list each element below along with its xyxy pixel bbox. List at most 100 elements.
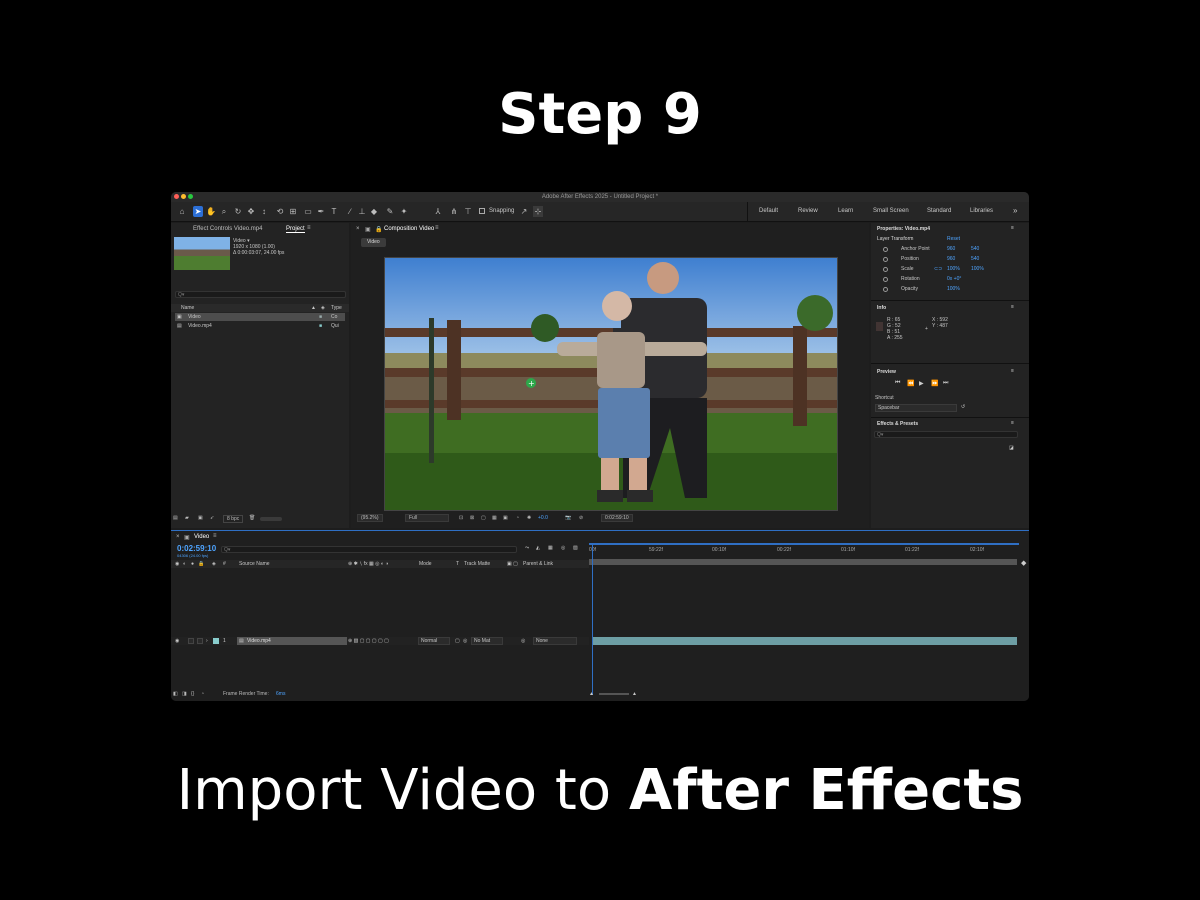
reset-shortcut-icon[interactable]: ↺ — [961, 404, 965, 411]
col-name[interactable]: Name — [181, 304, 194, 312]
play-icon[interactable]: ▶ — [919, 380, 924, 387]
timeline-current-time[interactable]: 0:02:59:10 — [177, 544, 216, 553]
switches-icon[interactable]: ⊕ ✱ ∖ fx ▦ ◎ ◐ ◑ — [348, 560, 388, 568]
visibility-icon[interactable]: ◉ — [175, 637, 179, 645]
workspace-standard[interactable]: Standard — [927, 208, 951, 214]
layer-switches[interactable]: ⊕ ▧ ▢ ▢ ▢ ▢ ▢ — [348, 637, 389, 645]
trash-icon[interactable]: 🗑 — [249, 515, 255, 521]
more-workspaces-icon[interactable]: » — [1013, 206, 1017, 215]
panel-menu-icon[interactable]: ≡ — [1011, 420, 1014, 426]
track-matte-dropdown[interactable]: No Mat — [471, 637, 503, 645]
stopwatch-icon[interactable] — [883, 267, 888, 272]
effects-search-input[interactable]: Q▾ — [874, 431, 1018, 438]
chevron-right-icon[interactable]: › — [206, 637, 208, 645]
workspace-small-screen[interactable]: Small Screen — [873, 208, 909, 214]
stopwatch-icon[interactable] — [883, 287, 888, 292]
orbit-icon[interactable]: ↻ — [233, 206, 243, 217]
brush-icon[interactable]: ∕ — [345, 206, 355, 217]
tab-timeline-video[interactable]: Video — [194, 534, 209, 540]
region-of-interest-icon[interactable]: ⊡ — [459, 515, 463, 521]
dolly-icon[interactable]: ↕ — [259, 206, 269, 217]
rectangle-icon[interactable]: ▭ — [303, 206, 313, 217]
draft-3d-icon[interactable]: ⤳ — [525, 544, 529, 552]
workspace-learn[interactable]: Learn — [838, 208, 853, 214]
transparency-grid-icon[interactable]: ⊠ — [470, 515, 474, 521]
panel-menu-icon[interactable]: ≡ — [307, 225, 311, 231]
workspace-libraries[interactable]: Libraries — [970, 208, 993, 214]
col-t[interactable]: T — [456, 560, 459, 568]
position-y[interactable]: 540 — [971, 256, 979, 263]
new-folder-icon[interactable]: ▰ — [185, 515, 189, 521]
resolution-dropdown[interactable]: Full — [405, 514, 449, 522]
maximize-window-button[interactable] — [188, 194, 193, 199]
stopwatch-icon[interactable] — [883, 257, 888, 262]
close-tab-icon[interactable]: × — [176, 534, 180, 540]
timeline-search-input[interactable]: Q▾ — [221, 546, 517, 553]
rotate-icon[interactable]: ⟲ — [275, 206, 285, 217]
world-axis-icon[interactable]: ⋔ — [449, 206, 459, 217]
workspace-review[interactable]: Review — [798, 208, 818, 214]
pan-behind-icon[interactable]: ⊞ — [288, 206, 298, 217]
lock-icon[interactable]: 🔒 — [375, 226, 382, 233]
project-search-input[interactable]: Q▾ — [175, 291, 346, 298]
current-time-field[interactable]: 0:02:59:10 — [601, 514, 633, 522]
graph-editor-icon[interactable]: ▨ — [573, 544, 578, 552]
send-icon[interactable]: ➶ — [210, 515, 214, 521]
time-ruler[interactable]: 00f 59:22f 00:10f 00:22f 01:10f 01:22f 0… — [589, 547, 1019, 557]
panel-menu-icon[interactable]: ≡ — [1011, 225, 1014, 231]
audio-toggle[interactable] — [188, 638, 194, 644]
bpc-button[interactable]: 8 bpc — [223, 515, 244, 523]
anchor-x[interactable]: 960 — [947, 246, 955, 253]
motion-blur-icon[interactable]: ◎ — [561, 544, 565, 552]
close-window-button[interactable] — [174, 194, 179, 199]
col-type[interactable]: Type — [331, 304, 342, 312]
previous-frame-icon[interactable]: ⏪ — [907, 380, 914, 387]
minimize-window-button[interactable] — [181, 194, 186, 199]
grid-icon[interactable]: ▦ — [492, 515, 497, 521]
pen-icon[interactable]: ✒ — [316, 206, 326, 217]
position-x[interactable]: 960 — [947, 256, 955, 263]
exposure-value[interactable]: +0.0 — [538, 515, 548, 521]
shortcut-dropdown[interactable]: Spacebar — [875, 404, 957, 412]
matte-icon[interactable]: ◎ — [463, 637, 467, 645]
zoom-out-icon[interactable]: ▲ — [589, 691, 594, 697]
panel-menu-icon[interactable]: ≡ — [435, 225, 439, 231]
show-snapshot-icon[interactable]: ⊘ — [579, 515, 583, 521]
type-icon[interactable]: T — [329, 206, 339, 217]
close-tab-icon[interactable]: × — [356, 226, 360, 232]
puppet-icon[interactable]: ✦ — [399, 206, 409, 217]
stopwatch-icon[interactable] — [883, 277, 888, 282]
snap-edges-icon[interactable]: ↗ — [519, 206, 529, 217]
col-parent-link[interactable]: Parent & Link — [523, 560, 553, 568]
tab-project[interactable]: Project — [286, 226, 305, 233]
reset-link[interactable]: Reset — [947, 236, 960, 243]
lock-toggle[interactable] — [197, 638, 203, 644]
playhead[interactable] — [592, 545, 593, 695]
layer-duration-bar[interactable] — [592, 637, 1017, 645]
lock-icon[interactable]: 🔒 — [198, 560, 204, 568]
label-icon[interactable]: ◈ — [321, 304, 325, 312]
composition-viewer[interactable]: + — [384, 257, 838, 511]
label-icon[interactable]: ◈ — [212, 560, 216, 568]
work-area-bar[interactable] — [589, 559, 1017, 565]
label-color-icon[interactable] — [213, 638, 219, 644]
preserve-transparency-toggle[interactable]: ▢ — [455, 637, 460, 645]
roto-brush-icon[interactable]: ✎ — [385, 206, 395, 217]
tab-composition[interactable]: Composition Video — [384, 226, 434, 232]
render-time-pane-icon[interactable]: ◔ — [201, 691, 204, 697]
scale-y[interactable]: 100% — [971, 266, 984, 273]
home-icon[interactable]: ⌂ — [177, 206, 187, 217]
pan-icon[interactable]: ✥ — [246, 206, 256, 217]
panel-menu-icon[interactable]: ≡ — [213, 533, 217, 539]
eraser-icon[interactable]: ◆ — [369, 206, 379, 217]
clone-stamp-icon[interactable]: ⊥ — [357, 206, 367, 217]
pick-whip-icon[interactable]: ◎ — [521, 637, 525, 645]
layer-name[interactable]: Video.mp4 — [247, 637, 271, 645]
mask-visibility-icon[interactable]: ▢ — [481, 515, 486, 521]
panel-menu-icon[interactable]: ≡ — [1011, 304, 1014, 310]
exposure-icon[interactable]: ✺ — [527, 515, 531, 521]
col-track-matte[interactable]: Track Matte — [464, 560, 490, 568]
parent-dropdown[interactable]: None — [533, 637, 577, 645]
zoom-icon[interactable]: ⌕ — [219, 206, 229, 217]
stopwatch-icon[interactable] — [883, 247, 888, 252]
